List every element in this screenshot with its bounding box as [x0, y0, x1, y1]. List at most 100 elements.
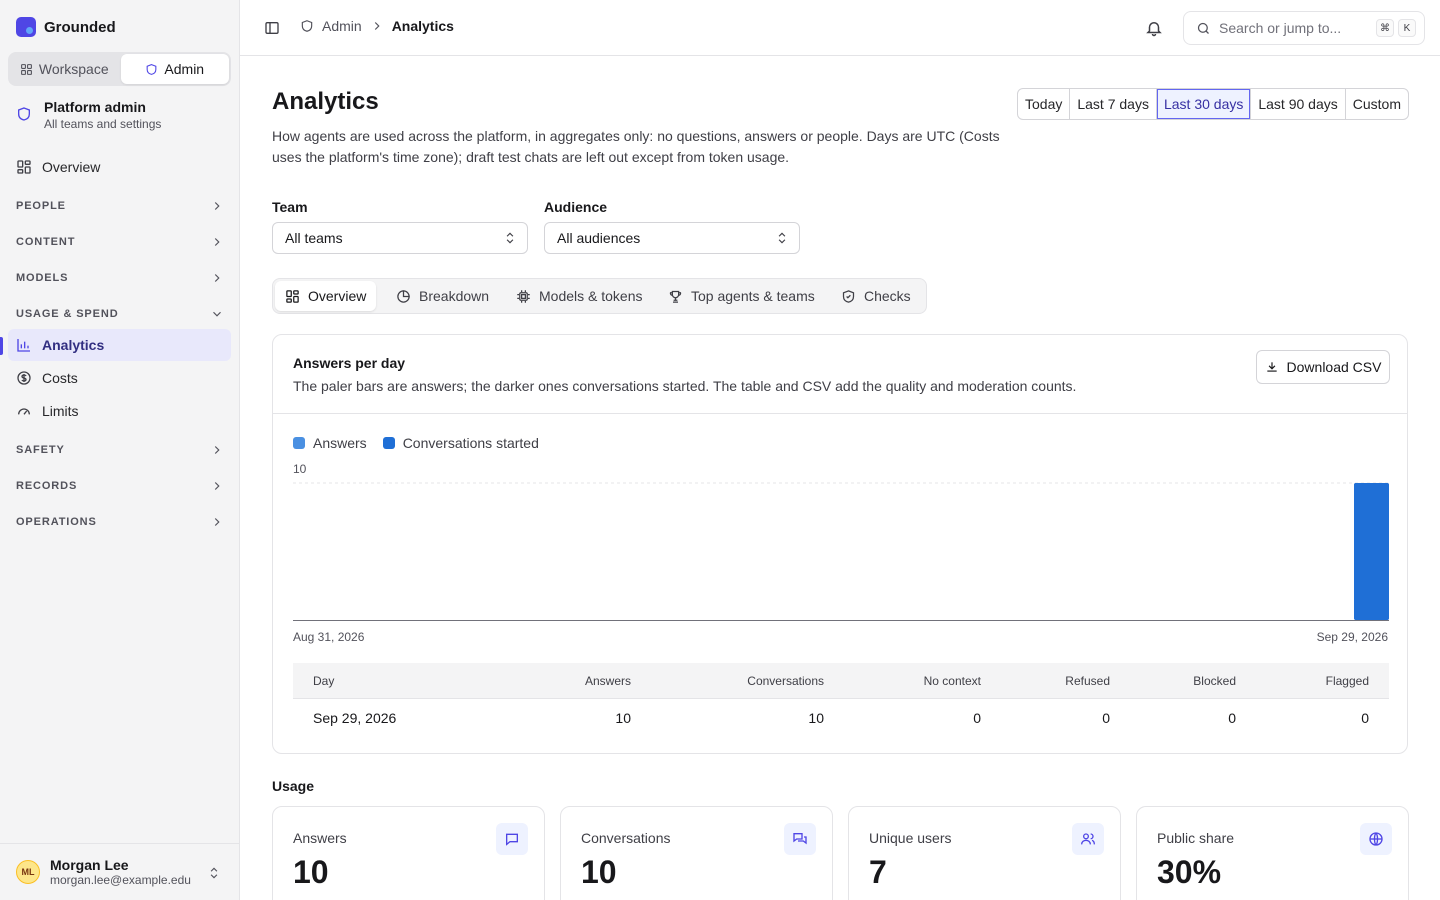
cell-refused: 0	[1102, 710, 1110, 726]
switch-workspace-label: Workspace	[38, 61, 109, 77]
chevrons-up-down-icon	[506, 232, 514, 244]
workspace-admin-switcher: Workspace Admin	[8, 52, 231, 86]
col-blocked[interactable]: Blocked	[1110, 674, 1236, 688]
search-icon	[1197, 22, 1209, 34]
trophy-icon	[669, 290, 682, 303]
avatar: ML	[16, 860, 40, 884]
legend-item-conversations[interactable]: Conversations started	[382, 435, 539, 451]
audience-select-value: All audiences	[557, 230, 641, 246]
search-input[interactable]: Search or jump to... ⌘ K	[1183, 11, 1425, 45]
range-custom[interactable]: Custom	[1346, 89, 1408, 119]
sidebar-section-models[interactable]: MODELS	[16, 268, 224, 288]
sidebar-item-costs[interactable]: Costs	[8, 362, 231, 394]
chevron-right-icon	[214, 274, 220, 282]
download-csv-button[interactable]: Download CSV	[1256, 350, 1390, 384]
col-refused[interactable]: Refused	[981, 674, 1110, 688]
sidebar-section-safety[interactable]: SAFETY	[16, 440, 224, 460]
chart-legend: Answers Conversations started	[293, 435, 539, 451]
sidebar-item-overview[interactable]: Overview	[8, 151, 231, 183]
brand[interactable]: Grounded	[16, 17, 116, 37]
sidebar-item-label: Costs	[42, 370, 78, 386]
shield-icon	[147, 63, 157, 75]
legend-label: Answers	[313, 435, 367, 451]
sidebar-item-label: Limits	[42, 403, 79, 419]
chevron-down-icon	[213, 311, 221, 317]
range-90-days[interactable]: Last 90 days	[1251, 89, 1346, 119]
section-label: MODELS	[16, 272, 69, 284]
chevrons-up-down-icon	[778, 232, 786, 244]
bar-conversations[interactable]	[1354, 483, 1389, 620]
sidebar-section-people[interactable]: PEOPLE	[16, 196, 224, 216]
sidebar-item-analytics[interactable]: Analytics	[8, 329, 231, 361]
col-answers[interactable]: Answers	[503, 674, 631, 688]
col-flagged[interactable]: Flagged	[1236, 674, 1369, 688]
chart-bars	[1354, 483, 1389, 620]
sidebar-item-label: Overview	[42, 159, 101, 175]
sidebar-section-records[interactable]: RECORDS	[16, 476, 224, 496]
team-filter-label: Team	[272, 199, 308, 215]
card-title: Answers per day	[293, 355, 406, 371]
section-label: PEOPLE	[16, 200, 66, 212]
sidebar-toggle-icon[interactable]	[264, 20, 280, 36]
usage-section-title: Usage	[272, 778, 315, 794]
messages-icon	[784, 823, 816, 855]
sidebar-section-content[interactable]: CONTENT	[16, 232, 224, 252]
tab-checks[interactable]: Checks	[831, 281, 921, 311]
admin-context[interactable]: Platform admin All teams and settings	[16, 98, 161, 132]
bar-chart-icon	[17, 339, 30, 352]
range-today[interactable]: Today	[1018, 89, 1071, 119]
card-subtitle: The paler bars are answers; the darker o…	[293, 378, 1077, 394]
chevrons-up-down-icon	[210, 867, 218, 879]
legend-item-answers[interactable]: Answers	[293, 435, 367, 451]
cell-no-context: 0	[973, 710, 981, 726]
sidebar-item-label: Analytics	[42, 337, 105, 353]
stat-card-conversations: Conversations 10	[560, 806, 833, 900]
shield-icon	[301, 20, 313, 32]
shield-check-icon	[842, 289, 855, 303]
audience-select[interactable]: All audiences	[544, 222, 800, 254]
range-7-days[interactable]: Last 7 days	[1070, 89, 1157, 119]
tab-models-tokens[interactable]: Models & tokens	[506, 281, 653, 311]
kbd-cmd: ⌘	[1376, 19, 1394, 37]
breadcrumb-admin[interactable]: Admin	[322, 18, 362, 34]
download-icon	[1266, 362, 1277, 372]
grid-icon	[20, 63, 32, 75]
breadcrumb: Admin Analytics	[300, 18, 454, 34]
section-label: RECORDS	[16, 480, 78, 492]
message-square-icon	[496, 823, 528, 855]
chevron-right-icon	[374, 22, 380, 30]
stat-value: 10	[293, 854, 329, 890]
tab-top-agents-teams[interactable]: Top agents & teams	[658, 281, 825, 311]
tab-breakdown[interactable]: Breakdown	[386, 281, 499, 311]
tab-overview[interactable]: Overview	[275, 281, 377, 311]
col-no-context[interactable]: No context	[824, 674, 981, 688]
sidebar-item-limits[interactable]: Limits	[8, 395, 231, 427]
table-header: Day Answers Conversations No context Ref…	[293, 663, 1389, 699]
bell-icon[interactable]	[1145, 19, 1163, 37]
col-day[interactable]: Day	[313, 674, 503, 688]
dollar-circle-icon	[17, 371, 31, 385]
brand-logo-icon	[16, 17, 36, 37]
breadcrumb-current: Analytics	[391, 18, 454, 34]
team-select[interactable]: All teams	[272, 222, 528, 254]
switch-admin-label: Admin	[164, 61, 205, 77]
switch-workspace[interactable]: Workspace	[10, 54, 119, 84]
section-label: USAGE & SPEND	[16, 308, 119, 320]
stat-label: Unique users	[869, 830, 952, 846]
user-name: Morgan Lee	[50, 856, 129, 873]
stat-card-answers: Answers 10	[272, 806, 545, 900]
analytics-tabs: Overview Breakdown Models & tokens Top a…	[272, 278, 927, 314]
page-description: How agents are used across the platform,…	[272, 128, 1000, 165]
user-menu[interactable]: ML Morgan Lee morgan.lee@example.edu	[0, 843, 239, 900]
team-select-value: All teams	[285, 230, 343, 246]
chevron-right-icon	[214, 446, 220, 454]
col-conversations[interactable]: Conversations	[631, 674, 824, 688]
answers-table: Day Answers Conversations No context Ref…	[293, 663, 1389, 737]
tab-label: Models & tokens	[539, 288, 643, 304]
range-30-days[interactable]: Last 30 days	[1156, 89, 1252, 119]
sidebar-section-operations[interactable]: OPERATIONS	[16, 512, 224, 532]
sidebar-section-usage[interactable]: USAGE & SPEND	[16, 304, 224, 324]
legend-swatch	[293, 437, 305, 449]
switch-admin[interactable]: Admin	[120, 54, 229, 84]
section-label: CONTENT	[16, 236, 76, 248]
